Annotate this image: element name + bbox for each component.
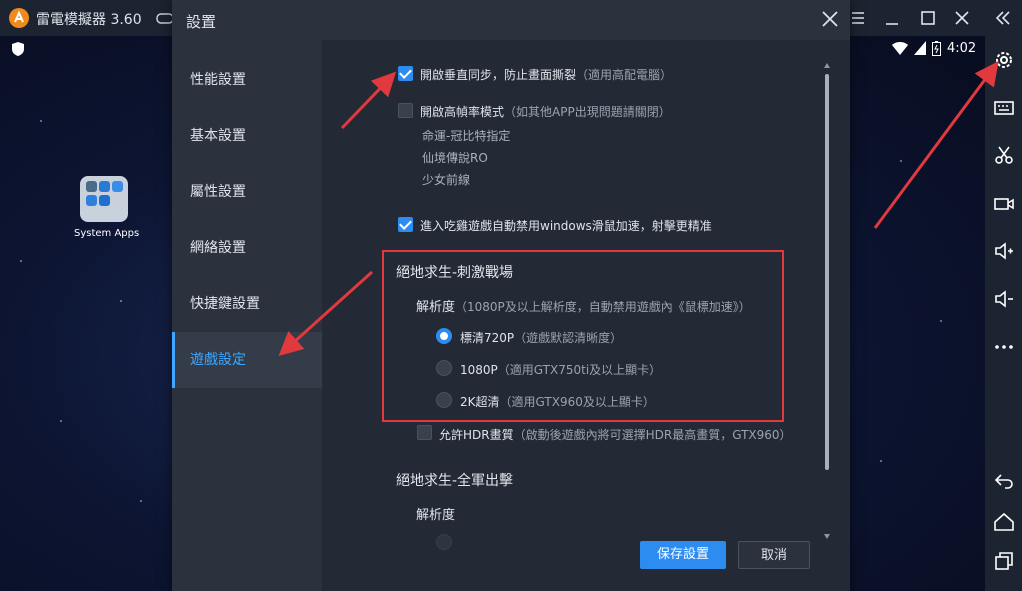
resolution-720p-option: 標清720P（遊戲默認清晰度） — [460, 329, 622, 346]
resolution-row: 解析度（1080P及以上解析度，自動禁用遊戲內《鼠標加速》） — [416, 296, 751, 315]
leidian-logo-icon — [9, 8, 29, 28]
star — [940, 320, 942, 322]
choice-note: （適用GTX960及以上顯卡） — [499, 395, 655, 409]
high-fps-option: 開啟高幀率模式（如其他APP出現問題請關閉） — [420, 103, 671, 120]
emulator-toolbar — [985, 36, 1022, 591]
nav-item-performance[interactable]: 性能設置 — [172, 52, 322, 108]
signal-icon — [914, 41, 926, 55]
android-status-bar: 4:02 — [892, 40, 976, 56]
wifi-icon — [892, 42, 908, 55]
system-apps-label: System Apps — [74, 228, 140, 239]
dialog-header: 設置 — [172, 0, 850, 40]
star — [20, 260, 22, 262]
supported-game: 少女前線 — [422, 173, 471, 187]
supported-game: 命運-冠比特指定 — [422, 129, 511, 143]
star — [40, 120, 42, 122]
scrollbar-thumb[interactable] — [825, 74, 829, 470]
nav-item-network[interactable]: 網絡設置 — [172, 220, 322, 276]
system-apps-icon — [80, 176, 128, 222]
pubg-army-title: 絕地求生-全軍出擊 — [396, 473, 514, 489]
more-options-icon[interactable] — [993, 336, 1015, 358]
resolution-2k-radio[interactable] — [436, 392, 452, 408]
star — [120, 300, 122, 302]
resolution-1080p-radio[interactable] — [436, 360, 452, 376]
save-settings-button[interactable]: 保存設置 — [640, 541, 726, 569]
shield-icon — [12, 42, 24, 56]
dialog-close-icon[interactable] — [820, 9, 840, 29]
star — [140, 500, 142, 502]
dialog-title: 設置 — [186, 13, 217, 31]
hdr-note: （啟動後遊戲內將可選擇HDR最高畫質，GTX960） — [513, 428, 792, 442]
settings-nav: 性能設置 基本設置 屬性設置 網絡設置 快捷鍵設置 遊戲設定 — [172, 40, 322, 591]
vsync-option: 開啟垂直同步，防止畫面撕裂（適用高配電腦） — [420, 66, 672, 83]
home-icon[interactable] — [993, 511, 1015, 533]
nav-label: 屬性設置 — [190, 184, 246, 200]
army-resolution-label: 解析度 — [416, 508, 456, 523]
maximize-icon[interactable] — [918, 8, 938, 28]
choice-label: 1080P — [460, 363, 498, 377]
nav-item-basic[interactable]: 基本設置 — [172, 108, 322, 164]
choice-note: （適用GTX750ti及以上顯卡） — [497, 363, 662, 377]
vsync-note: （適用高配電腦） — [576, 68, 673, 82]
nav-label: 網絡設置 — [190, 240, 246, 256]
star — [900, 160, 902, 162]
status-time: 4:02 — [947, 40, 977, 56]
app-title: 雷電模擬器 3.60 — [36, 12, 142, 28]
army-resolution-radio[interactable] — [436, 534, 452, 550]
resolution-1080p-option: 1080P（適用GTX750ti及以上顯卡） — [460, 361, 661, 378]
star — [880, 460, 882, 462]
choice-label: 2K超清 — [460, 395, 500, 409]
nav-label: 快捷鍵設置 — [190, 296, 260, 312]
volume-down-icon[interactable] — [993, 288, 1015, 310]
hdr-checkbox[interactable] — [417, 425, 432, 440]
star — [60, 420, 62, 422]
high-fps-checkbox[interactable] — [398, 103, 413, 118]
hdr-label: 允許HDR畫質 — [439, 428, 514, 442]
close-icon[interactable] — [952, 8, 972, 28]
settings-content: 開啟垂直同步，防止畫面撕裂（適用高配電腦） 開啟高幀率模式（如其他APP出現問題… — [322, 40, 850, 591]
nav-label: 性能設置 — [190, 72, 246, 88]
cancel-button[interactable]: 取消 — [738, 541, 810, 569]
nav-item-game-settings[interactable]: 遊戲設定 — [172, 332, 322, 388]
menu-icon[interactable] — [848, 8, 868, 28]
settings-dialog: 設置 性能設置 基本設置 屬性設置 網絡設置 快捷鍵設置 遊戲設定 開啟垂直同步… — [172, 0, 850, 591]
nav-item-properties[interactable]: 屬性設置 — [172, 164, 322, 220]
resolution-2k-option: 2K超清（適用GTX960及以上顯卡） — [460, 393, 655, 410]
mouse-accel-checkbox[interactable] — [398, 217, 413, 232]
mouse-accel-option: 進入吃雞遊戲自動禁用windows滑鼠加速，射擊更精准 — [420, 219, 712, 233]
resolution-note: （1080P及以上解析度，自動禁用遊戲內《鼠標加速》） — [455, 300, 751, 314]
choice-label: 標清720P — [460, 331, 515, 345]
scroll-up-icon[interactable] — [824, 62, 830, 68]
scissors-icon[interactable] — [993, 144, 1015, 166]
minimize-icon[interactable] — [882, 8, 902, 28]
video-record-icon[interactable] — [993, 193, 1015, 215]
system-apps-shortcut[interactable]: System Apps — [74, 176, 140, 239]
settings-gear-icon[interactable] — [993, 49, 1015, 71]
volume-up-icon[interactable] — [993, 240, 1015, 262]
nav-item-shortcuts[interactable]: 快捷鍵設置 — [172, 276, 322, 332]
high-fps-note: （如其他APP出現問題請關閉） — [504, 105, 671, 119]
nav-label: 基本設置 — [190, 128, 246, 144]
collapse-sidebar-icon[interactable] — [993, 8, 1013, 28]
back-icon[interactable] — [993, 469, 1015, 491]
resolution-label: 解析度 — [416, 300, 456, 315]
scroll-down-icon[interactable] — [824, 534, 830, 540]
high-fps-label: 開啟高幀率模式 — [420, 105, 505, 119]
pubg-stimulate-title: 絕地求生-刺激戰場 — [396, 265, 514, 281]
resolution-720p-radio[interactable] — [436, 328, 452, 344]
supported-game: 仙境傳說RO — [422, 151, 488, 165]
keyboard-icon[interactable] — [993, 97, 1015, 119]
recent-apps-icon[interactable] — [993, 550, 1015, 572]
vsync-checkbox[interactable] — [398, 66, 413, 81]
nav-label: 遊戲設定 — [190, 352, 246, 368]
hdr-option: 允許HDR畫質（啟動後遊戲內將可選擇HDR最高畫質，GTX960） — [439, 426, 792, 443]
vsync-label: 開啟垂直同步，防止畫面撕裂 — [420, 68, 577, 82]
battery-icon — [932, 40, 941, 56]
choice-note: （遊戲默認清晰度） — [514, 331, 623, 345]
